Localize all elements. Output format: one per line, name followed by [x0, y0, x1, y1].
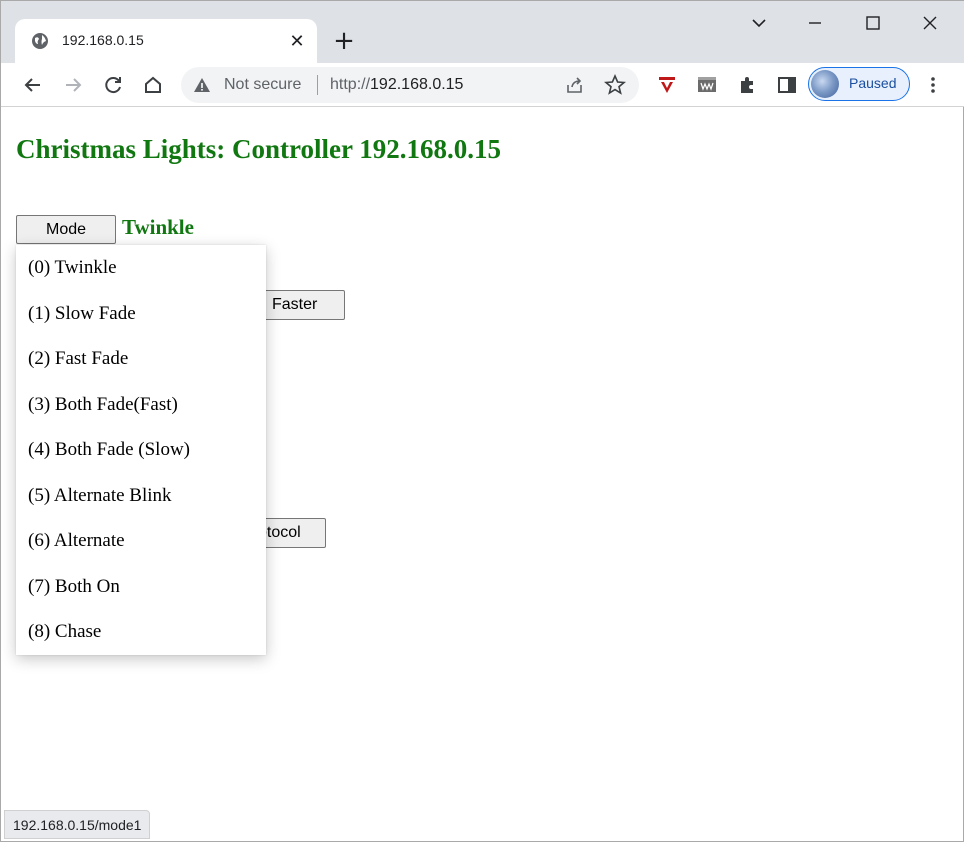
mode-option-5[interactable]: (5) Alternate Blink [16, 473, 266, 518]
browser-tab[interactable]: 192.168.0.15 ✕ [15, 19, 317, 63]
globe-icon [31, 32, 49, 50]
minimize-icon[interactable] [801, 9, 829, 37]
home-icon[interactable] [139, 71, 167, 99]
security-label[interactable]: Not secure [224, 76, 301, 94]
omnibox-separator [317, 75, 318, 95]
forward-icon[interactable] [59, 71, 87, 99]
mode-option-6[interactable]: (6) Alternate [16, 518, 266, 563]
mode-option-2[interactable]: (2) Fast Fade [16, 336, 266, 381]
back-icon[interactable] [19, 71, 47, 99]
star-icon[interactable] [603, 73, 627, 97]
mode-option-0[interactable]: (0) Twinkle [16, 245, 266, 290]
window-close-icon[interactable] [916, 9, 944, 37]
mode-dropdown-menu: (0) Twinkle (1) Slow Fade (2) Fast Fade … [16, 245, 266, 655]
profile-button[interactable]: Paused [808, 67, 910, 101]
new-tab-button[interactable]: + [331, 28, 357, 55]
browser-window: 192.168.0.15 ✕ + Not secure http://192.1… [0, 0, 964, 842]
warning-icon[interactable] [193, 76, 211, 94]
current-mode-label: Twinkle [122, 215, 194, 239]
status-bar-url: 192.168.0.15/mode1 [4, 810, 151, 839]
page-content: Christmas Lights: Controller 192.168.0.1… [1, 108, 963, 841]
address-bar[interactable]: Not secure http://192.168.0.15 [181, 67, 639, 103]
extension-icon[interactable] [693, 71, 721, 99]
reload-icon[interactable] [99, 71, 127, 99]
profile-status: Paused [849, 75, 897, 91]
page-title: Christmas Lights: Controller 192.168.0.1… [16, 134, 501, 164]
mcafee-icon[interactable] [653, 71, 681, 99]
share-icon[interactable] [563, 73, 587, 97]
menu-icon[interactable] [919, 71, 947, 99]
mode-option-3[interactable]: (3) Both Fade(Fast) [16, 382, 266, 427]
mode-option-7[interactable]: (7) Both On [16, 564, 266, 609]
mode-option-4[interactable]: (4) Both Fade (Slow) [16, 427, 266, 472]
side-panel-icon[interactable] [773, 71, 801, 99]
chevron-down-icon[interactable] [745, 9, 773, 37]
tab-close-icon[interactable]: ✕ [287, 31, 307, 51]
mode-option-8[interactable]: (8) Chase [16, 609, 266, 654]
url-scheme: http:// [330, 76, 371, 93]
tab-title: 192.168.0.15 [62, 32, 144, 48]
url-host: 192.168.0.15 [370, 76, 464, 93]
mode-option-1[interactable]: (1) Slow Fade [16, 291, 266, 336]
browser-toolbar: Not secure http://192.168.0.15 Paused [1, 63, 964, 107]
maximize-icon[interactable] [859, 9, 887, 37]
tab-strip: 192.168.0.15 ✕ + [1, 1, 964, 63]
mode-button[interactable]: Mode [16, 215, 116, 244]
puzzle-icon[interactable] [733, 71, 761, 99]
url-text[interactable]: http://192.168.0.15 [330, 76, 463, 94]
avatar [811, 70, 839, 98]
